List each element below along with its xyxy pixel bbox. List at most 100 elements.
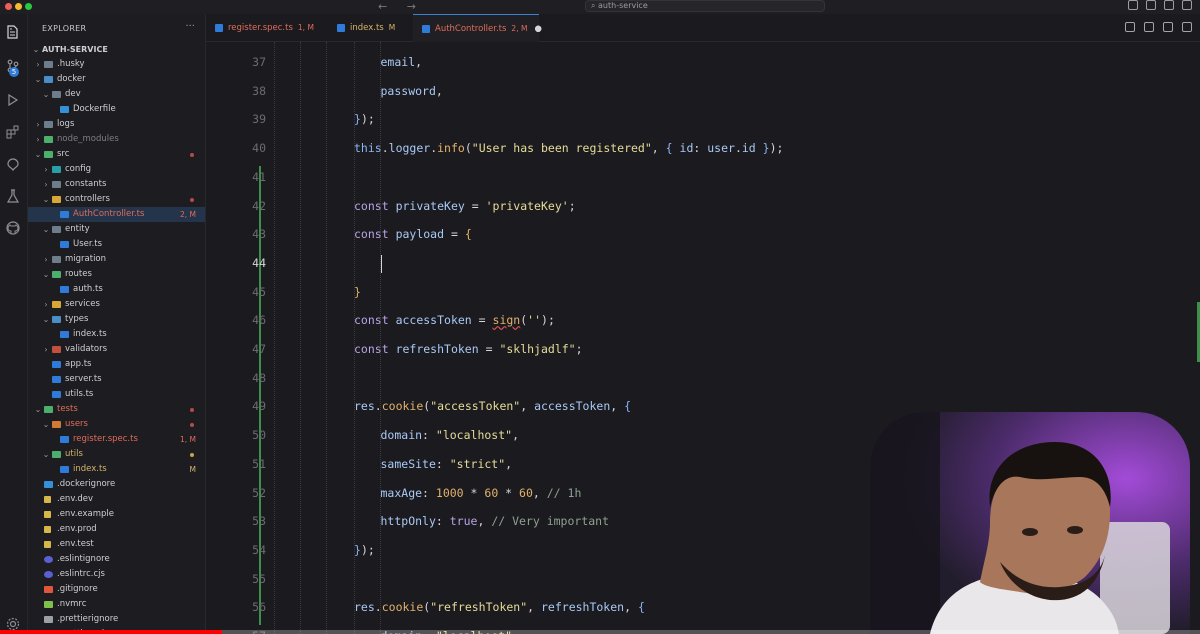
folder-item[interactable]: › node_modules <box>28 132 205 147</box>
file-item[interactable]: register.spec.ts 1, M <box>28 432 205 447</box>
code-line[interactable]: const privateKey = 'privateKey'; <box>354 196 576 216</box>
more-actions-icon[interactable]: ··· <box>185 21 195 32</box>
toggle-secondary-sidebar-icon[interactable] <box>1164 0 1174 10</box>
toggle-panel-icon[interactable] <box>1146 0 1156 10</box>
file-item[interactable]: utils.ts <box>28 387 205 402</box>
folder-item[interactable]: ⌄ docker <box>28 72 205 87</box>
code-line[interactable]: maxAge: 1000 * 60 * 60, // 1h <box>381 483 582 503</box>
close-window-button[interactable] <box>5 3 12 10</box>
folder-item[interactable]: ⌄ users <box>28 417 205 432</box>
file-item[interactable]: index.ts <box>28 327 205 342</box>
test-icon[interactable] <box>5 188 21 204</box>
file-item[interactable]: User.ts <box>28 237 205 252</box>
chevron-down-icon: ⌄ <box>42 315 50 324</box>
toggle-sidebar-icon[interactable] <box>1128 0 1138 10</box>
file-item[interactable]: .env.example <box>28 507 205 522</box>
folder-item[interactable]: ⌄ types <box>28 312 205 327</box>
tree-item-label: types <box>65 314 89 324</box>
workspace-root[interactable]: ⌄ AUTH-SERVICE <box>28 42 205 57</box>
run-debug-icon[interactable] <box>5 92 21 108</box>
file-item[interactable]: .env.dev <box>28 492 205 507</box>
more-editor-actions-icon[interactable] <box>1182 22 1192 32</box>
code-line[interactable]: const accessToken = sign(''); <box>354 310 555 330</box>
layout-controls <box>1128 0 1192 10</box>
folder-item[interactable]: › services <box>28 297 205 312</box>
file-item[interactable]: .env.test <box>28 537 205 552</box>
remote-icon[interactable] <box>5 156 21 172</box>
chevron-right-icon: › <box>44 345 48 354</box>
folder-item[interactable]: ⌄ utils <box>28 447 205 462</box>
code-token: sign <box>492 313 521 328</box>
folder-item[interactable]: › logs <box>28 117 205 132</box>
code-line[interactable]: const refreshToken = "sklhjadlf"; <box>354 339 583 359</box>
command-center-search[interactable]: ⌕ auth-service <box>585 0 825 12</box>
navigation-arrows[interactable]: ← → <box>378 0 424 13</box>
ts-file-icon <box>52 391 61 398</box>
code-line[interactable]: httpOnly: true, // Very important <box>381 511 610 531</box>
file-item[interactable]: index.ts M <box>28 462 205 477</box>
code-token: } <box>354 542 361 557</box>
tab-git-status: 2, M <box>511 24 528 33</box>
folder-item[interactable]: ⌄ entity <box>28 222 205 237</box>
github-icon[interactable] <box>5 220 21 236</box>
code-line[interactable]: }); <box>354 540 375 560</box>
compare-changes-icon[interactable] <box>1144 22 1154 32</box>
folder-item[interactable]: › config <box>28 162 205 177</box>
folder-item[interactable]: ⌄ src <box>28 147 205 162</box>
tab-label: AuthController.ts 2, M ● <box>435 24 542 34</box>
editor-tab[interactable]: index.ts M <box>328 14 413 42</box>
tree-item-label: tests <box>57 404 78 414</box>
extensions-icon[interactable] <box>5 124 21 140</box>
code-line[interactable]: const payload = { <box>354 224 472 244</box>
file-item[interactable]: AuthController.ts 2, M <box>28 207 205 222</box>
file-item[interactable]: auth.ts <box>28 282 205 297</box>
line-number: 41 <box>252 169 266 184</box>
code-line[interactable]: sameSite: "strict", <box>381 454 513 474</box>
file-item[interactable]: .nvmrc <box>28 597 205 612</box>
code-line[interactable]: }); <box>354 109 375 129</box>
maximize-window-button[interactable] <box>25 3 32 10</box>
file-item[interactable]: .eslintrc.cjs <box>28 567 205 582</box>
folder-item[interactable]: › .husky <box>28 57 205 72</box>
code-line[interactable]: } <box>354 282 361 302</box>
line-number: 56 <box>252 600 266 615</box>
code-line[interactable]: email, <box>381 52 423 72</box>
file-item[interactable]: .gitignore <box>28 582 205 597</box>
timeline-icon[interactable] <box>1125 22 1135 32</box>
file-item[interactable]: Dockerfile <box>28 102 205 117</box>
minimize-window-button[interactable] <box>15 3 22 10</box>
file-item[interactable]: .env.prod <box>28 522 205 537</box>
code-token: "User has been registered" <box>471 141 652 156</box>
code-line[interactable]: domain: "localhost", <box>381 425 520 445</box>
folder-item[interactable]: › constants <box>28 177 205 192</box>
split-editor-icon[interactable] <box>1163 22 1173 32</box>
file-item[interactable]: .dockerignore <box>28 477 205 492</box>
customize-layout-icon[interactable] <box>1182 0 1192 10</box>
folder-item[interactable]: › migration <box>28 252 205 267</box>
code-line[interactable]: res.cookie("refreshToken", refreshToken,… <box>354 597 645 617</box>
ts-file-icon <box>60 466 69 473</box>
folder-item[interactable]: ⌄ controllers <box>28 192 205 207</box>
folder-item[interactable]: ⌄ tests <box>28 402 205 417</box>
file-item[interactable]: app.ts <box>28 357 205 372</box>
editor-tab[interactable]: register.spec.ts 1, M <box>206 14 328 42</box>
code-line[interactable]: res.cookie("accessToken", accessToken, { <box>354 396 631 416</box>
line-number: 54 <box>252 542 266 557</box>
editor-tab[interactable]: AuthController.ts 2, M ● <box>413 14 542 42</box>
file-item[interactable]: .prettierignore <box>28 612 205 627</box>
file-item[interactable]: server.ts <box>28 372 205 387</box>
line-number: 48 <box>252 370 266 385</box>
chevron-down-icon: ⌄ <box>34 75 42 84</box>
files-icon[interactable] <box>5 24 21 40</box>
unsaved-dot[interactable]: ● <box>534 24 541 34</box>
file-item[interactable]: .eslintignore <box>28 552 205 567</box>
title-bar: ← → ⌕ auth-service <box>0 0 1200 14</box>
code-line[interactable]: this.logger.info("User has been register… <box>354 138 783 158</box>
folder-item[interactable]: › validators <box>28 342 205 357</box>
folder-item[interactable]: ⌄ dev <box>28 87 205 102</box>
code-line[interactable]: password, <box>381 81 443 101</box>
video-progress-track[interactable] <box>0 630 1200 634</box>
folder-item[interactable]: ⌄ routes <box>28 267 205 282</box>
tree-item-label: AuthController.ts <box>73 209 145 219</box>
git-status-badge: 2, M <box>179 210 196 219</box>
